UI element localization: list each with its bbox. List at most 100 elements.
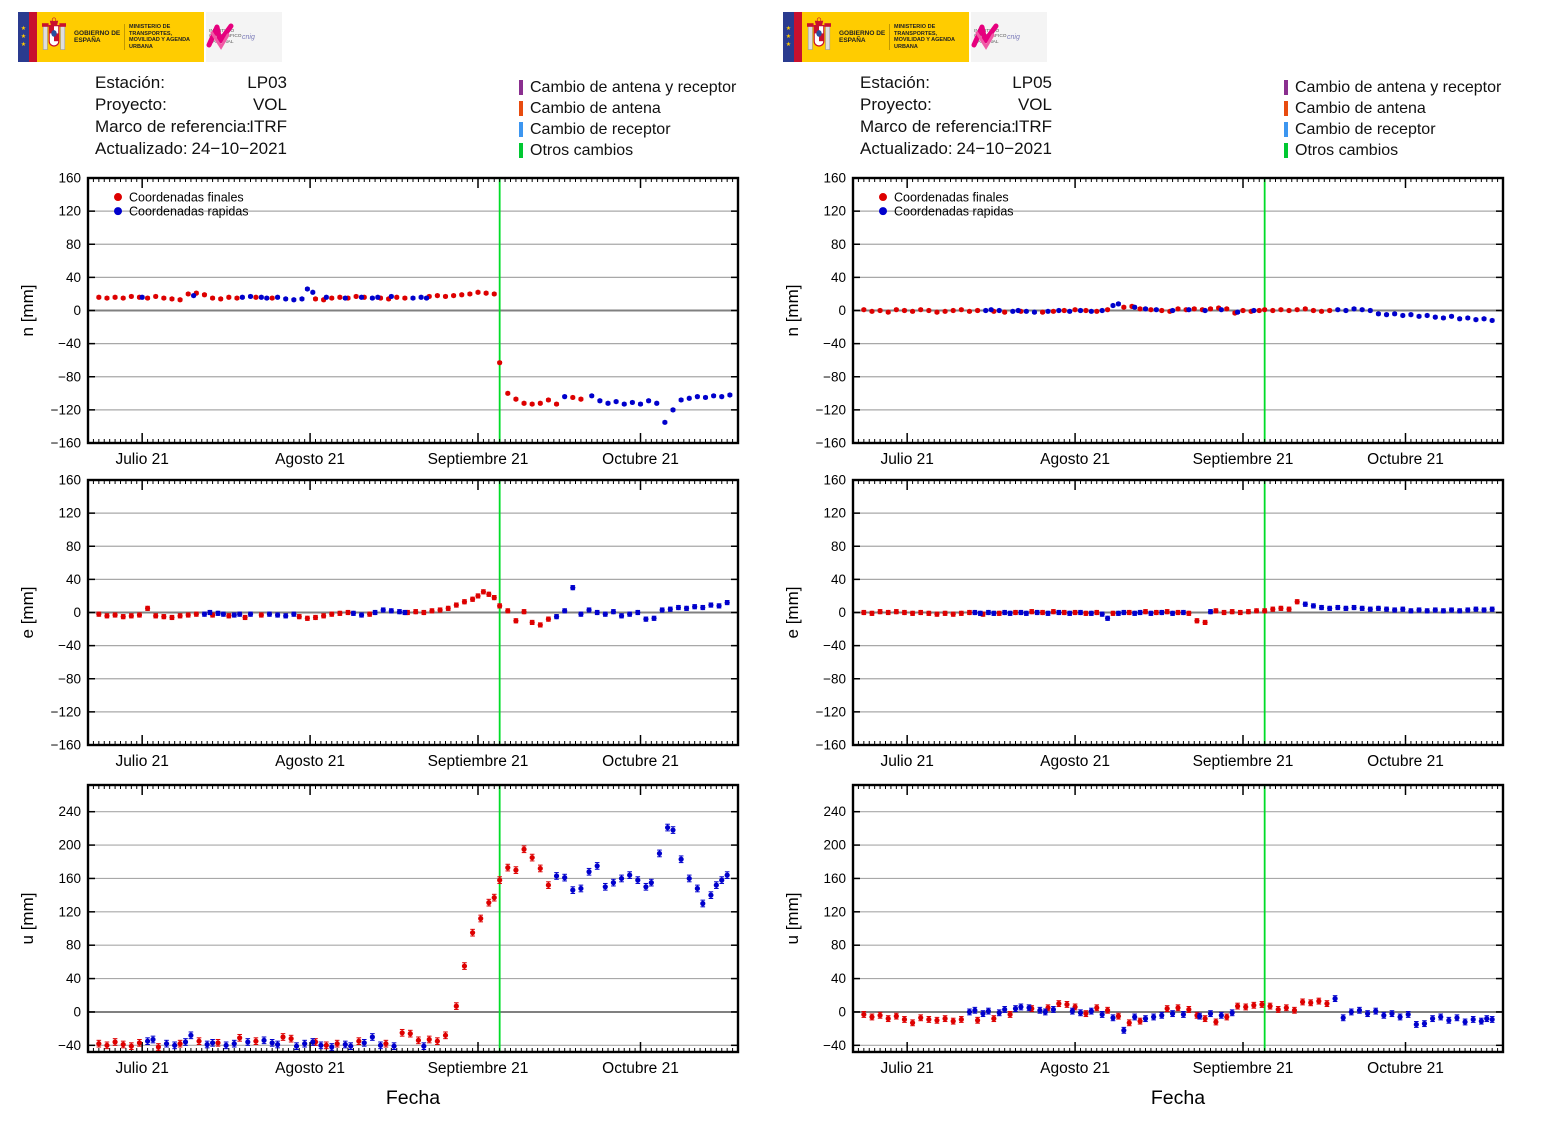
x-tick-label: Julio 21 — [880, 753, 933, 770]
y-tick-label: −80 — [58, 671, 81, 686]
x-tick-label: Octubre 21 — [602, 753, 679, 770]
points-rapidas — [139, 286, 733, 425]
event-legend: Cambio de antena y receptor Cambio de an… — [519, 77, 736, 161]
antena-swatch — [519, 101, 523, 116]
x-tick-label: Agosto 21 — [275, 753, 345, 770]
x-tick-label: Octubre 21 — [602, 1060, 679, 1077]
proyecto-label: Proyecto: — [95, 95, 167, 114]
y-tick-label: −40 — [823, 1038, 846, 1053]
actualizado-label: Actualizado: — [95, 139, 188, 158]
points-rapidas — [966, 995, 1495, 1034]
y-tick-label: −120 — [816, 402, 846, 417]
cnig-label: cnig — [242, 33, 255, 41]
ministerio-label: MINISTERIO DE TRANSPORTES, MOVILIDAD Y A… — [889, 24, 968, 50]
chart-lp03-e: −160 −120 −80 −40 0 40 80 120 160 Julio 21 Agosto … — [18, 473, 740, 770]
station-column-lp03: ★ ★ ★ GOBIERNO DE ESPAÑA MINISTERIO DE T… — [0, 0, 760, 1125]
y-tick-label: 120 — [823, 506, 846, 521]
y-tick-label: −40 — [58, 336, 81, 351]
y-tick-label: 40 — [831, 572, 846, 587]
antena-receptor-swatch — [519, 80, 523, 95]
otros-label: Otros cambios — [530, 141, 634, 159]
series-legend-label: Coordenadas finales — [894, 190, 1009, 204]
antena-label: Cambio de antena — [530, 99, 661, 117]
proyecto-label: Proyecto: — [860, 95, 932, 114]
y-axis-title: e [mm] — [18, 587, 37, 639]
actualizado-value: 24−10−2021 — [956, 139, 1053, 158]
estacion-label: Estación: — [860, 73, 930, 92]
x-tick-label: Julio 21 — [115, 753, 168, 770]
y-tick-label: 80 — [66, 938, 81, 953]
y-tick-label: 0 — [838, 1004, 846, 1019]
points-finales — [96, 845, 552, 1051]
y-tick-label: 0 — [838, 303, 846, 318]
antena-receptor-swatch — [1284, 80, 1288, 95]
spain-flag: ★ ★ ★ — [783, 12, 835, 62]
y-tick-label: −160 — [816, 738, 846, 753]
coat-of-arms-icon — [802, 12, 835, 62]
y-tick-label: 80 — [66, 539, 81, 554]
antena-swatch — [1284, 101, 1288, 116]
actualizado-label: Actualizado: — [860, 139, 953, 158]
series-legend: Coordenadas finalesCoordenadas rapidas — [114, 190, 249, 218]
coat-of-arms-icon — [37, 12, 70, 62]
gridlines — [88, 210, 738, 411]
y-tick-label: −40 — [58, 638, 81, 653]
marco-label: Marco de referencia: — [95, 117, 251, 136]
x-tick-label: Octubre 21 — [1367, 1060, 1444, 1077]
estacion-label: Estación: — [95, 73, 165, 92]
station-column-lp05: ★ ★ ★ GOBIERNO DE ESPAÑA MINISTERIO DE T… — [765, 0, 1525, 1125]
gobierno-label: GOBIERNO DE ESPAÑA — [74, 30, 121, 44]
flag-blue-band: ★ ★ ★ — [783, 12, 794, 62]
receptor-swatch — [519, 122, 523, 137]
y-tick-label: 80 — [831, 237, 846, 252]
marco-label: Marco de referencia: — [860, 117, 1016, 136]
y-tick-label: −40 — [58, 1038, 81, 1053]
y-tick-label: 200 — [58, 838, 81, 853]
x-tick-label: Agosto 21 — [275, 1060, 345, 1077]
y-tick-label: 40 — [66, 572, 81, 587]
otros-swatch — [519, 143, 523, 158]
y-tick-label: −80 — [823, 671, 846, 686]
y-tick-label: 200 — [823, 838, 846, 853]
ign-butterfly-icon — [971, 23, 999, 50]
flag-blue-band: ★ ★ ★ — [18, 12, 29, 62]
x-tick-label: Septiembre 21 — [1193, 1060, 1294, 1077]
y-tick-label: 0 — [73, 303, 81, 318]
points-finales — [96, 589, 552, 628]
y-tick-label: −40 — [823, 336, 846, 351]
y-tick-label: 80 — [831, 539, 846, 554]
x-tick-label: Septiembre 21 — [428, 753, 529, 770]
station-info: Estación: LP05 Proyecto: VOL Marco de refe… — [860, 73, 1052, 161]
y-tick-label: 240 — [823, 804, 846, 819]
x-tick-label: Agosto 21 — [1040, 753, 1110, 770]
x-tick-label: Agosto 21 — [1040, 1060, 1110, 1077]
x-tick-label: Septiembre 21 — [428, 1060, 529, 1077]
y-tick-label: −120 — [51, 402, 81, 417]
y-tick-label: 160 — [823, 171, 846, 186]
chart-lp05-e: −160 −120 −80 −40 0 40 80 120 160 Julio 21 Agosto … — [783, 473, 1505, 770]
y-tick-label: −160 — [51, 738, 81, 753]
y-axis-title: u [mm] — [18, 893, 37, 945]
x-tick-label: Julio 21 — [115, 1060, 168, 1077]
x-tick-label: Septiembre 21 — [1193, 753, 1294, 770]
proyecto-value: VOL — [252, 95, 287, 114]
y-tick-label: 120 — [58, 506, 81, 521]
y-tick-label: 120 — [58, 204, 81, 219]
y-tick-label: 120 — [823, 904, 846, 919]
event-legend: Cambio de antena y receptor Cambio de an… — [1284, 77, 1501, 161]
y-axis-title: u [mm] — [783, 893, 802, 945]
government-text-box: GOBIERNO DE ESPAÑA MINISTERIO DE TRANSPO… — [70, 12, 204, 62]
y-tick-label: 0 — [73, 1004, 81, 1019]
y-tick-label: −160 — [816, 436, 846, 451]
x-tick-label: Octubre 21 — [1367, 753, 1444, 770]
actualizado-value: 24−10−2021 — [191, 139, 288, 158]
y-tick-label: 0 — [73, 605, 81, 620]
gobierno-espana-logo: ★ ★ ★ GOBIERNO DE ESPAÑA MINISTERIO DE T… — [783, 12, 1047, 62]
chart-lp05-n: −160−120−80−4004080120160Julio 21 Agosto … — [783, 171, 1505, 468]
proyecto-value: VOL — [1017, 95, 1052, 114]
points-rapidas — [144, 823, 730, 1051]
points-finales — [96, 289, 584, 407]
y-tick-label: −80 — [58, 369, 81, 384]
y-tick-label: −160 — [51, 436, 81, 451]
y-tick-label: 120 — [823, 204, 846, 219]
